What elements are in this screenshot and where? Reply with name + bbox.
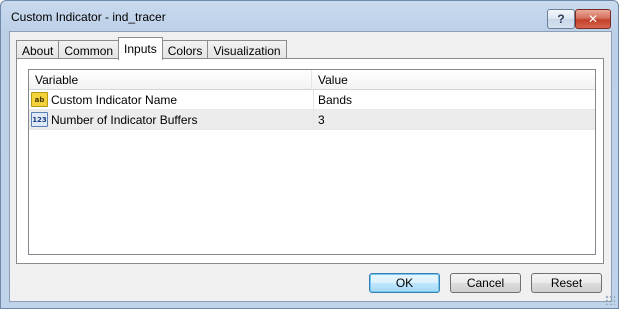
variable-name: Number of Indicator Buffers [51,112,198,127]
reset-button[interactable]: Reset [531,273,602,293]
inputs-grid: Variable Value ab Custom Indicator Name … [28,69,596,255]
resize-grip[interactable] [605,295,615,305]
help-button[interactable]: ? [547,9,575,29]
tab-inputs[interactable]: Inputs [118,37,163,60]
tab-visualization[interactable]: Visualization [207,40,287,60]
ok-button[interactable]: OK [369,273,440,293]
table-row[interactable]: 123 Number of Indicator Buffers 3 [29,110,595,130]
column-header-value[interactable]: Value [312,70,595,89]
tab-colors[interactable]: Colors [161,40,209,60]
inputs-panel: Variable Value ab Custom Indicator Name … [16,58,604,264]
close-button[interactable]: ✕ [575,9,611,29]
string-type-icon: ab [31,92,48,107]
column-header-variable[interactable]: Variable [29,70,312,89]
value-cell[interactable]: Bands [314,90,595,109]
table-row[interactable]: ab Custom Indicator Name Bands [29,90,595,110]
variable-name: Custom Indicator Name [51,92,178,107]
grid-header: Variable Value [29,70,595,90]
tab-strip: About Common Inputs Colors Visualization [16,37,287,60]
title-bar[interactable]: Custom Indicator - ind_tracer ? ✕ [1,1,618,31]
tab-common[interactable]: Common [58,40,120,60]
integer-type-icon: 123 [31,112,48,127]
window-title: Custom Indicator - ind_tracer [11,10,166,24]
value-cell[interactable]: 3 [314,110,595,129]
variable-cell: ab Custom Indicator Name [29,90,314,109]
dialog-window: Custom Indicator - ind_tracer ? ✕ About … [0,0,619,309]
cancel-button[interactable]: Cancel [450,273,521,293]
variable-cell: 123 Number of Indicator Buffers [29,110,314,129]
dialog-content: About Common Inputs Colors Visualization… [9,31,612,302]
tab-about[interactable]: About [16,40,60,60]
close-icon: ✕ [587,12,599,26]
